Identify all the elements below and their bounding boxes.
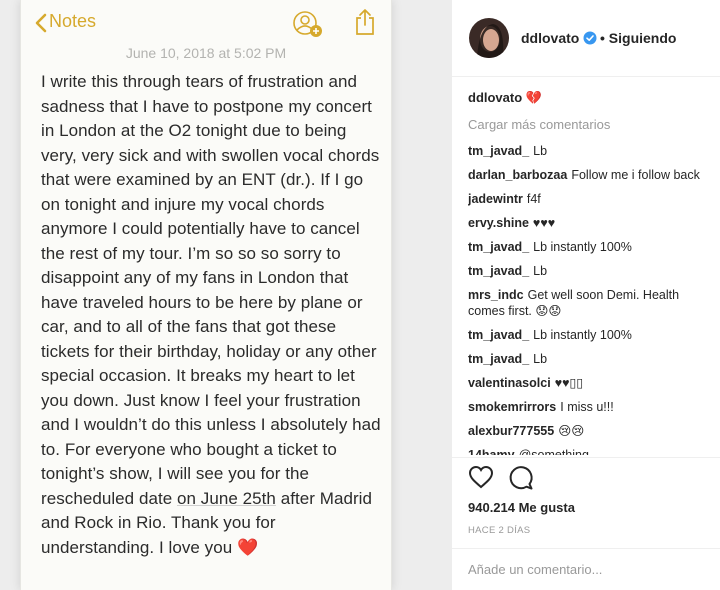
comment-item: jadewintr f4f bbox=[468, 191, 720, 207]
comment-item: valentinasolci ♥♥▯▯ bbox=[468, 375, 720, 391]
post-caption: ddlovato 💔 bbox=[468, 90, 542, 106]
comment-text: Lb bbox=[533, 352, 548, 366]
like-count[interactable]: 940.214 Me gusta bbox=[468, 500, 575, 515]
comment-text: Follow me i follow back bbox=[571, 168, 700, 182]
post-header: ddlovato • Siguiendo bbox=[452, 0, 720, 77]
note-date: June 10, 2018 at 5:02 PM bbox=[125, 45, 287, 61]
note-body: I write this through tears of frustratio… bbox=[41, 70, 381, 560]
comment-username[interactable]: 14hamy bbox=[468, 448, 515, 455]
comment-text: Lb bbox=[533, 264, 548, 278]
comment-username[interactable]: jadewintr bbox=[468, 192, 523, 206]
post-sidebar: ddlovato • Siguiendo ddlovato 💔 Cargar m… bbox=[452, 0, 720, 590]
verified-badge-icon bbox=[583, 31, 597, 45]
comment-text: Lb bbox=[533, 144, 548, 158]
comment-username[interactable]: tm_javad_ bbox=[468, 240, 529, 254]
comment-icon[interactable] bbox=[508, 465, 534, 491]
comment-username[interactable]: tm_javad_ bbox=[468, 352, 529, 366]
comment-username[interactable]: darlan_barbozaa bbox=[468, 168, 567, 182]
caption-text: 💔 bbox=[525, 90, 542, 105]
comment-list: tm_javad_ Lb darlan_barbozaa Follow me i fo… bbox=[468, 143, 720, 455]
comment-username[interactable]: valentinasolci bbox=[468, 376, 551, 390]
comment-text: f4f bbox=[526, 192, 541, 206]
divider bbox=[452, 457, 720, 458]
notes-header: Notes bbox=[21, 0, 391, 46]
comment-text: I miss u!!! bbox=[560, 400, 614, 414]
comment-text: ♥♥♥ bbox=[532, 216, 556, 230]
load-more-comments[interactable]: Cargar más comentarios bbox=[468, 117, 610, 132]
comment-item: alexbur777555 😢😢 bbox=[468, 423, 720, 439]
avatar-image bbox=[469, 18, 509, 58]
header-username[interactable]: ddlovato bbox=[521, 30, 579, 46]
comment-text: ♥♥▯▯ bbox=[554, 376, 584, 390]
comment-item: mrs_indc Get well soon Demi. Health comes… bbox=[468, 287, 718, 319]
comment-text: @something bbox=[518, 448, 589, 455]
share-icon bbox=[356, 9, 374, 35]
comment-item: 14hamy @something bbox=[468, 447, 720, 455]
comment-username[interactable]: mrs_indc bbox=[468, 288, 524, 302]
comment-item: tm_javad_ Lb instantly 100% bbox=[468, 239, 720, 255]
avatar[interactable] bbox=[469, 18, 509, 58]
heart-emoji: ❤️ bbox=[237, 537, 259, 557]
comment-item: smokemrirrors I miss u!!! bbox=[468, 399, 720, 415]
notes-screenshot: Notes June 10, 2018 at 5:02 PM I write t… bbox=[20, 0, 392, 590]
comment-item: darlan_barbozaa Follow me i follow back bbox=[468, 167, 720, 183]
comment-item: tm_javad_ Lb bbox=[468, 143, 720, 159]
post-timestamp[interactable]: HACE 2 DÍAS bbox=[468, 525, 530, 536]
add-person-icon bbox=[293, 11, 322, 37]
comment-input[interactable] bbox=[468, 562, 708, 577]
comment-text: Lb instantly 100% bbox=[533, 328, 632, 342]
post-photo: Notes June 10, 2018 at 5:02 PM I write t… bbox=[0, 0, 452, 590]
comment-text: 😢😢 bbox=[558, 424, 585, 438]
following-button[interactable]: • Siguiendo bbox=[600, 30, 676, 46]
heart-icon[interactable] bbox=[468, 465, 494, 489]
comment-item: tm_javad_ Lb bbox=[468, 263, 720, 279]
comment-username[interactable]: tm_javad_ bbox=[468, 328, 529, 342]
comment-username[interactable]: ervy.shine bbox=[468, 216, 529, 230]
comment-username[interactable]: smokemrirrors bbox=[468, 400, 556, 414]
caption-username[interactable]: ddlovato bbox=[468, 90, 522, 105]
comment-item: ervy.shine ♥♥♥ bbox=[468, 215, 720, 231]
note-date-link: on June 25th bbox=[177, 488, 276, 508]
notes-back-label: Notes bbox=[49, 11, 97, 31]
comment-username[interactable]: tm_javad_ bbox=[468, 264, 529, 278]
comment-username[interactable]: alexbur777555 bbox=[468, 424, 554, 438]
comment-username[interactable]: tm_javad_ bbox=[468, 144, 529, 158]
comment-item: tm_javad_ Lb bbox=[468, 351, 720, 367]
divider bbox=[452, 548, 720, 549]
note-text: I write this through tears of frustratio… bbox=[41, 72, 381, 508]
comment-text: Lb instantly 100% bbox=[533, 240, 632, 254]
comment-item: tm_javad_ Lb instantly 100% bbox=[468, 327, 720, 343]
